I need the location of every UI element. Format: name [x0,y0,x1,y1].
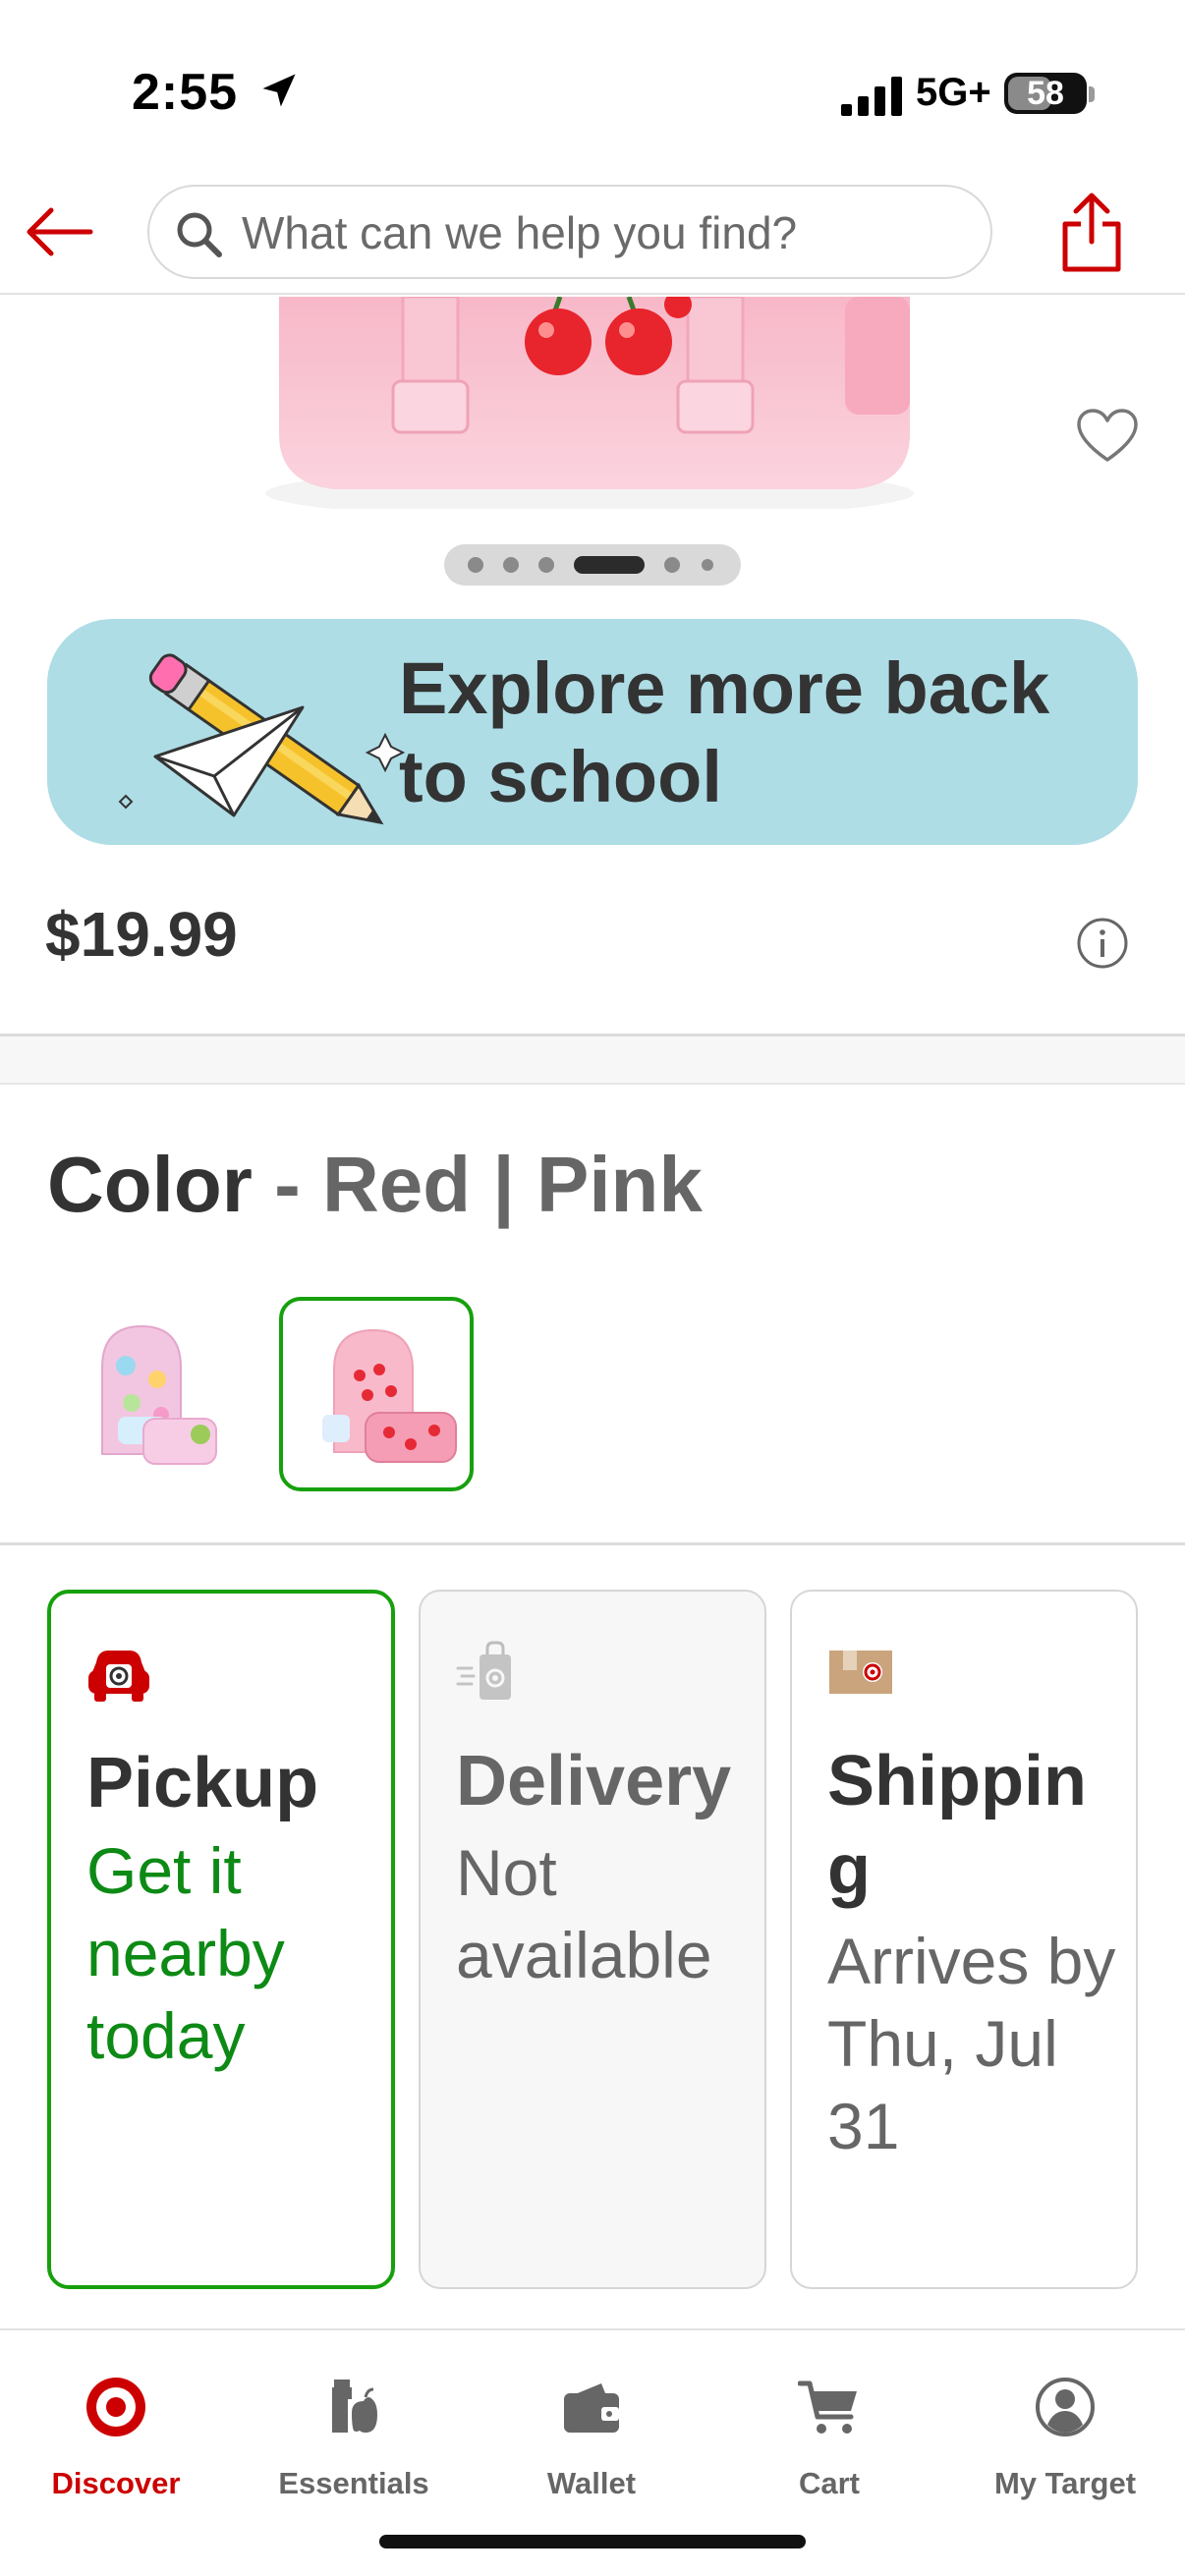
status-time: 2:55 [132,64,239,121]
delivery-subtitle: Not available [456,1836,712,1991]
banner-text: Explore more back to school [399,647,1050,817]
status-bar: 2:55 5G+ 58 [0,0,1185,177]
color-label: Color [47,1141,253,1228]
favorite-heart-icon[interactable] [1075,407,1140,466]
signal-strength-icon [841,77,902,116]
tab-wallet[interactable]: Wallet [483,2356,700,2513]
tab-label: Wallet [546,2466,637,2500]
carousel-dot [503,557,519,573]
pickup-option-card[interactable]: Pickup Get it nearby today [47,1590,395,2289]
network-type: 5G+ [916,71,991,114]
info-icon[interactable] [1075,916,1130,971]
tab-cart[interactable]: Cart [721,2356,937,2513]
home-indicator [379,2535,806,2548]
back-arrow-icon[interactable] [22,202,96,261]
target-logo-icon [86,2378,145,2436]
essentials-icon [332,2380,377,2433]
color-separator: - [274,1141,301,1228]
tab-label: Cart [798,2466,860,2500]
tab-my-target[interactable]: My Target [957,2356,1173,2513]
delivery-option-card[interactable]: Delivery Not available [419,1590,766,2289]
back-to-school-banner[interactable]: Explore more back to school [47,619,1138,845]
color-value: Red | Pink [321,1141,703,1228]
color-swatch-red-pink[interactable] [279,1297,474,1491]
location-arrow-icon [262,74,296,107]
carousel-pagination[interactable] [444,544,741,586]
color-heading: Color - Red | Pink [47,1140,703,1230]
swatch-image [322,1328,457,1463]
backpack-image [265,297,914,509]
header [0,177,1185,295]
color-swatch-multicolor[interactable] [49,1297,244,1491]
shipping-box-icon [829,1651,892,1694]
wallet-icon [564,2383,619,2433]
tab-label: My Target [993,2466,1137,2500]
search-bar[interactable] [147,185,992,279]
carousel-dot [702,559,713,571]
search-icon [177,212,222,257]
section-divider [0,1542,1185,1545]
shipping-option-card[interactable]: Shipping Arrives by Thu, Jul 31 [790,1590,1138,2289]
tab-label: Discover [51,2466,181,2500]
shipping-title: Shipping [827,1742,1087,1909]
battery-icon: 58 [1004,73,1087,114]
share-icon[interactable] [1059,191,1124,275]
swatch-image [101,1324,217,1465]
product-image[interactable] [0,297,1185,509]
product-price: $19.99 [45,899,238,970]
account-icon [1036,2378,1095,2436]
carousel-dot [468,557,483,573]
pickup-subtitle: Get it nearby today [86,1834,285,2072]
battery-tip [1089,86,1095,102]
pickup-car-icon [88,1651,149,1702]
search-input[interactable] [242,202,969,263]
battery-percent: 58 [1027,75,1064,112]
delivery-bag-icon [456,1641,511,1700]
section-divider [0,1034,1185,1085]
pickup-title: Pickup [86,1744,319,1822]
tab-label: Essentials [278,2466,429,2500]
delivery-title: Delivery [456,1742,732,1820]
pencil-paper-plane-icon [118,653,406,825]
carousel-dot [664,557,680,573]
carousel-dot [538,557,554,573]
tab-discover[interactable]: Discover [8,2356,224,2513]
shipping-subtitle: Arrives by Thu, Jul 31 [827,1925,1116,2162]
tab-essentials[interactable]: Essentials [246,2356,462,2513]
cart-icon [798,2380,857,2434]
carousel-dot-active [574,556,645,574]
